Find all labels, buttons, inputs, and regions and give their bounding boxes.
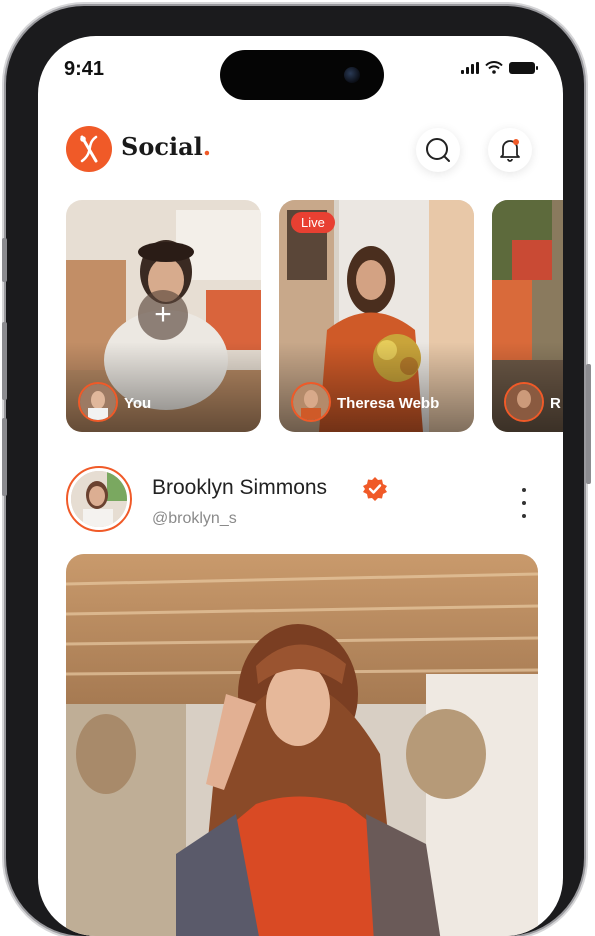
brand-name: Social. (121, 132, 211, 161)
post-author-handle: @broklyn_s (152, 510, 237, 527)
add-story-button[interactable]: + (138, 290, 188, 340)
story-card-theresa-webb[interactable]: Live Theresa Webb (279, 200, 474, 432)
story-card-partial[interactable]: R (492, 200, 563, 432)
volume-down-button[interactable] (2, 418, 7, 496)
signal-icon (461, 61, 479, 74)
phone-frame: 9:41 Social. + You Live Theresa Webb R B… (6, 6, 584, 936)
post-header: Brooklyn Simmons @broklyn_s (66, 466, 536, 540)
more-vertical-icon[interactable] (518, 488, 530, 518)
story-card-you[interactable]: + You (66, 200, 261, 432)
search-button[interactable] (416, 128, 460, 172)
story-name: Theresa Webb (337, 395, 440, 412)
post-author-name[interactable]: Brooklyn Simmons (152, 476, 327, 500)
wifi-icon (485, 61, 503, 74)
power-button[interactable] (586, 364, 591, 484)
post-author-avatar[interactable] (66, 466, 132, 532)
needle-thread-logo-icon (80, 135, 98, 163)
plus-icon: + (154, 298, 172, 331)
brand-text: Social (121, 132, 203, 161)
silent-switch[interactable] (2, 238, 7, 282)
status-time: 9:41 (64, 58, 105, 80)
story-avatar (504, 382, 544, 422)
battery-icon (509, 61, 538, 74)
story-name: You (124, 395, 152, 412)
story-name: R (550, 395, 561, 412)
dynamic-island (220, 50, 384, 100)
volume-up-button[interactable] (2, 322, 7, 400)
status-icons (461, 61, 538, 74)
camera-icon (344, 67, 360, 83)
search-icon (426, 138, 450, 162)
app-logo (66, 126, 112, 172)
story-avatar (78, 382, 118, 422)
post-photo (66, 554, 538, 936)
post-image[interactable] (66, 554, 538, 936)
phone-screen: 9:41 Social. + You Live Theresa Webb R B… (38, 36, 563, 936)
verified-badge-icon (363, 477, 387, 501)
brand-dot: . (202, 132, 212, 161)
live-badge: Live (291, 212, 335, 233)
story-avatar (291, 382, 331, 422)
bell-icon (500, 139, 520, 162)
notifications-button[interactable] (488, 128, 532, 172)
